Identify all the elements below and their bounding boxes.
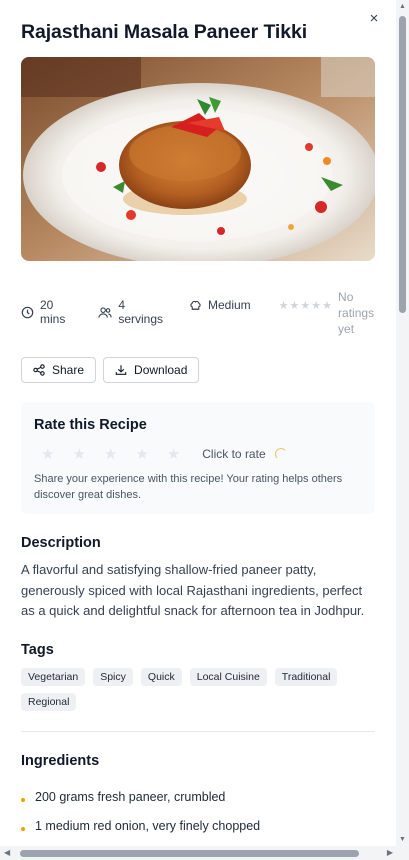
scroll-left-icon[interactable]: ◀: [4, 848, 10, 857]
users-icon: [98, 306, 112, 318]
tag[interactable]: Regional: [21, 692, 77, 711]
tag[interactable]: Spicy: [93, 667, 133, 686]
time-meta: 20 mins: [21, 298, 80, 326]
tag[interactable]: Quick: [140, 667, 182, 686]
chef-hat-icon: [190, 300, 201, 310]
difficulty-label: Medium: [207, 298, 251, 312]
list-item: 200 grams fresh paneer, crumbled: [21, 783, 375, 812]
star-icon[interactable]: ★: [104, 445, 117, 463]
share-button[interactable]: Share: [21, 357, 97, 383]
ingredient-list: 200 grams fresh paneer, crumbled 1 mediu…: [21, 783, 375, 841]
ingredient-text: 200 grams fresh paneer, crumbled: [35, 790, 226, 804]
star-icon: ★: [278, 300, 289, 312]
bullet-icon: [21, 798, 25, 802]
star-icon[interactable]: ★: [41, 445, 54, 463]
click-to-rate-label: Click to rate: [202, 447, 266, 461]
servings-meta: 4 servings: [98, 298, 171, 326]
time-label: 20 mins: [40, 298, 66, 326]
star-icon[interactable]: ★: [167, 445, 180, 463]
ingredient-text: 1 medium red onion, very finely chopped: [35, 819, 261, 833]
divider: [21, 730, 375, 732]
list-item: 1 medium red onion, very finely chopped: [21, 812, 375, 841]
recipe-meta: 20 mins 4 servings Medium ★ ★ ★ ★ ★ No r…: [21, 289, 375, 337]
recipe-actions: Share Download: [21, 357, 375, 383]
tag-list: Vegetarian Spicy Quick Local Cuisine Tra…: [21, 667, 351, 711]
description-heading: Description: [21, 535, 101, 551]
rating-input-stars: ★ ★ ★ ★ ★: [41, 445, 180, 463]
rate-title: Rate this Recipe: [34, 417, 147, 433]
star-icon[interactable]: ★: [135, 445, 148, 463]
tag[interactable]: Local Cuisine: [189, 667, 267, 686]
ingredients-heading: Ingredients: [21, 752, 100, 769]
servings-label: 4 servings: [118, 298, 164, 326]
scroll-up-icon[interactable]: ▲: [399, 3, 406, 10]
description-text: A flavorful and satisfying shallow-fried…: [21, 562, 365, 618]
tag[interactable]: Traditional: [274, 667, 338, 686]
tags-heading: Tags: [21, 641, 54, 658]
bullet-icon: [21, 827, 25, 831]
rate-hint: Share your experience with this recipe! …: [34, 473, 343, 501]
clock-icon: [21, 306, 34, 318]
share-label: Share: [52, 363, 85, 377]
tag[interactable]: Vegetarian: [21, 667, 86, 686]
download-icon: [115, 365, 127, 375]
download-label: Download: [134, 363, 188, 377]
recipe-image: [21, 57, 375, 261]
star-icon: ★: [289, 300, 300, 312]
difficulty-meta: Medium: [189, 298, 251, 312]
star-icon: ★: [300, 300, 311, 312]
recipe-title: Rajasthani Masala Paneer Tikki: [21, 21, 308, 43]
vertical-scrollbar[interactable]: ▲ ▼: [396, 0, 409, 846]
recipe-content: Rajasthani Masala Paneer Tikki 20 mins 4…: [21, 0, 375, 841]
horizontal-scrollbar[interactable]: ◀ ▶: [0, 846, 409, 860]
scroll-right-icon[interactable]: ▶: [387, 848, 393, 857]
rate-row: ★ ★ ★ ★ ★ Click to rate: [34, 445, 362, 463]
share-icon: [33, 364, 45, 376]
star-icon: ★: [311, 300, 322, 312]
rating-count: No ratings yet: [338, 290, 375, 336]
scroll-down-icon[interactable]: ▼: [399, 836, 406, 843]
rate-recipe-card: Rate this Recipe ★ ★ ★ ★ ★ Click to rate…: [21, 402, 375, 514]
star-icon: ★: [322, 300, 333, 312]
star-icon[interactable]: ★: [72, 445, 85, 463]
average-rating-stars: ★ ★ ★ ★ ★: [279, 299, 332, 312]
vertical-scroll-thumb[interactable]: [399, 16, 406, 313]
recipe-modal: × Rajasthani Masala Paneer Tikki 20 mins…: [0, 0, 409, 860]
horizontal-scroll-thumb[interactable]: [20, 850, 359, 857]
download-button[interactable]: Download: [103, 357, 200, 383]
loading-spinner-icon: [274, 448, 287, 460]
